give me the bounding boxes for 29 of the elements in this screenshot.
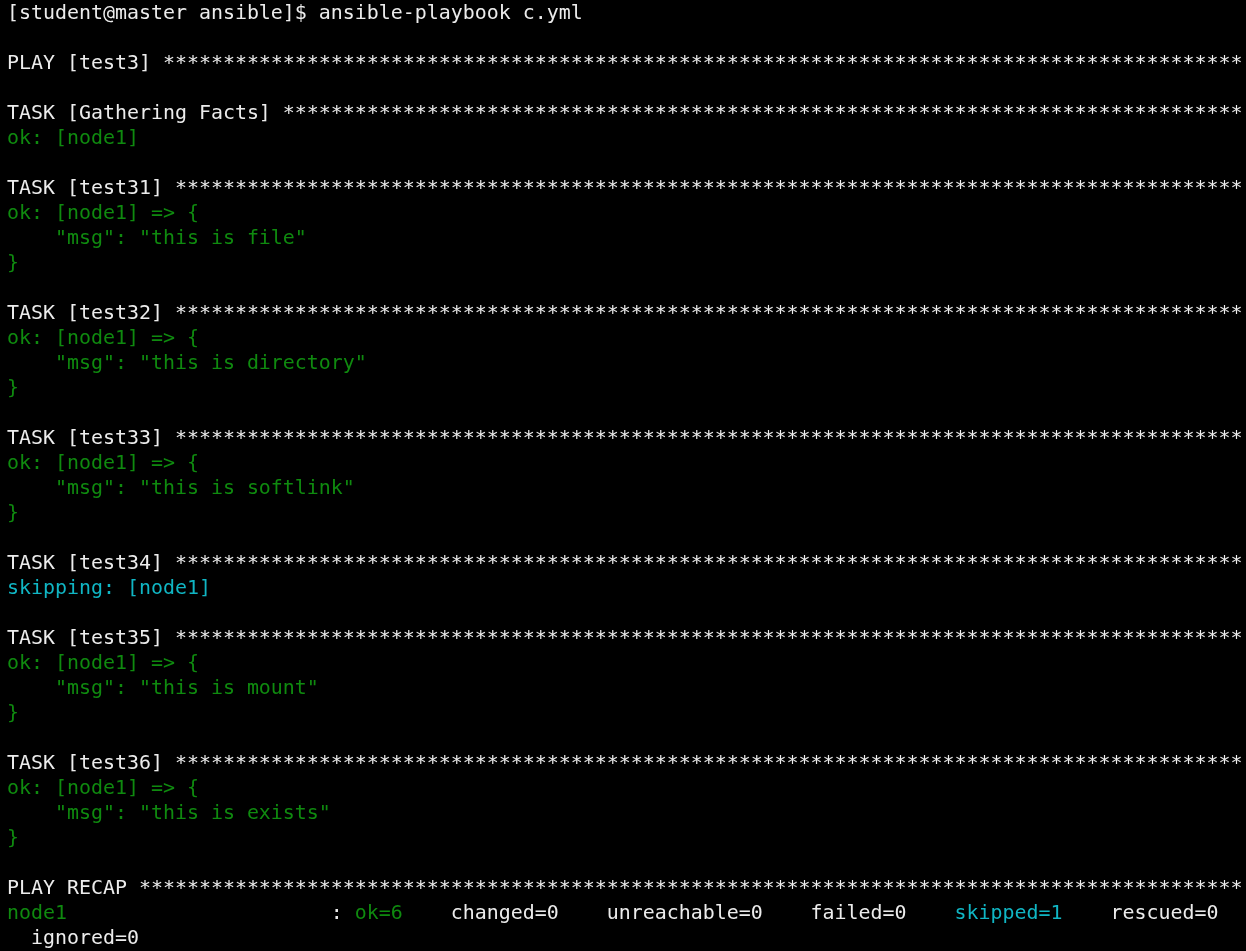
terminal-line: ok: [node1] [7,125,139,150]
terminal-line: } [7,825,19,850]
terminal-line: PLAY [test3] ****************************************************************************************** [7,50,1243,75]
terminal-line: node1 : ok=6 changed=0 unreachable=0 failed=0 skipped=1 rescued=0 [7,900,1219,925]
terminal-line: ok: [node1] => { [7,325,199,350]
terminal-line: TASK [test35] ***************************************************************************************** [7,625,1243,650]
terminal-line: } [7,500,19,525]
terminal-line: TASK [test33] ***************************************************************************************** [7,425,1243,450]
terminal-line: "msg": "this is file" [53,225,307,250]
terminal-line: ignored=0 [30,925,139,950]
terminal-line: [student@master ansible]$ ansible-playbook c.yml [7,0,583,25]
terminal-line: skipping: [node1] [7,575,211,600]
terminal-line: TASK [test36] ***************************************************************************************** [7,750,1243,775]
terminal-line: PLAY RECAP ******************************************************************************************** [7,875,1243,900]
terminal-line: } [7,250,19,275]
terminal-line: ok: [node1] => { [7,775,199,800]
terminal-line: ok: [node1] => { [7,650,199,675]
terminal-line: "msg": "this is exists" [53,800,331,825]
terminal-line: TASK [test31] ***************************************************************************************** [7,175,1243,200]
terminal-line: TASK [Gathering Facts] ******************************************************************************** [7,100,1243,125]
terminal-line: } [7,375,19,400]
terminal-line: TASK [test34] ***************************************************************************************** [7,550,1243,575]
terminal-line: "msg": "this is softlink" [53,475,355,500]
terminal-line: "msg": "this is mount" [53,675,319,700]
terminal-line: ok: [node1] => { [7,200,199,225]
terminal-line: ok: [node1] => { [7,450,199,475]
terminal-line: } [7,700,19,725]
terminal-line: TASK [test32] ***************************************************************************************** [7,300,1243,325]
terminal-line: "msg": "this is directory" [53,350,367,375]
